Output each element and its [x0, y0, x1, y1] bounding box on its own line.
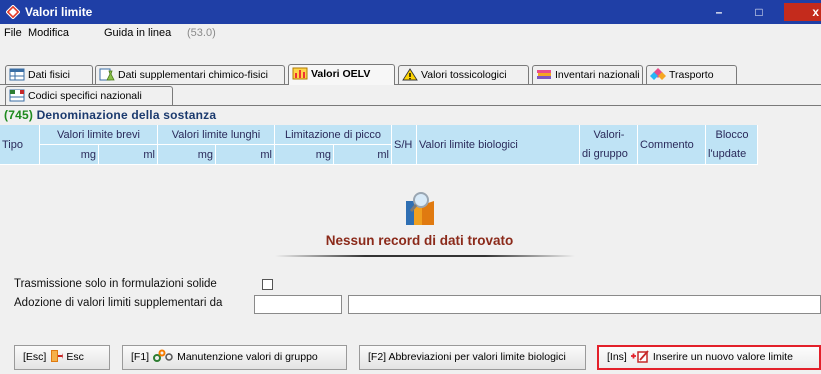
substance-number: (745): [4, 108, 34, 122]
tab-row-divider: [0, 84, 821, 85]
f1-label: Manutenzione valori di gruppo: [177, 351, 318, 363]
app-diamond-icon: [6, 5, 20, 19]
menu-modifica[interactable]: Modifica: [28, 27, 69, 39]
tab-valori-tossicologici[interactable]: Valori tossicologici: [398, 65, 529, 84]
esc-label: Esc: [66, 351, 84, 363]
insert-button[interactable]: [Ins] Inserire un nuovo valore limite: [597, 345, 821, 370]
adozione-field-2[interactable]: [348, 295, 821, 314]
exit-door-icon: [51, 350, 64, 362]
col-commento[interactable]: Commento: [638, 125, 706, 165]
tab-label: Valori OELV: [311, 68, 371, 80]
col-valori-brevi[interactable]: Valori limite brevi: [40, 125, 158, 145]
group-gears-icon: [153, 349, 173, 362]
tab-trasporto[interactable]: Trasporto: [646, 65, 737, 84]
minimize-button[interactable]: –: [706, 3, 732, 21]
title-bar: Valori limite – □ x: [0, 0, 821, 24]
tab-label: Valori tossicologici: [421, 69, 507, 81]
col-brevi-ml[interactable]: ml: [99, 145, 158, 165]
f2-button[interactable]: [F2] Abbreviazioni per valori limite bio…: [359, 345, 586, 370]
col-blocco-line1: Blocco: [715, 129, 749, 141]
grid-header: Tipo Valori limite brevi mg ml Valori li…: [0, 125, 821, 165]
warning-icon: [402, 68, 418, 81]
col-valori-lunghi[interactable]: Valori limite lunghi: [158, 125, 275, 145]
empty-state: Nessun record di dati trovato: [0, 165, 821, 270]
col-limitazione-picco[interactable]: Limitazione di picco: [275, 125, 392, 145]
tab-label: Dati supplementari chimico-fisici: [118, 69, 268, 81]
trasmissione-checkbox[interactable]: [262, 279, 273, 290]
col-lunghi-mg[interactable]: mg: [158, 145, 216, 165]
f2-label: Abbreviazioni per valori limite biologic…: [388, 351, 566, 363]
tab-dati-fisici[interactable]: Dati fisici: [5, 65, 93, 84]
col-blocco-update[interactable]: Blocco l'update: [706, 125, 758, 165]
tab-valori-oelv[interactable]: Valori OELV: [288, 64, 395, 85]
col-sh[interactable]: S/H: [392, 125, 417, 165]
col-picco-ml[interactable]: ml: [334, 145, 392, 165]
add-edit-icon: [630, 350, 649, 363]
f2-key: [F2]: [368, 351, 387, 363]
tab-codici-specifici[interactable]: Codici specifici nazionali: [5, 86, 173, 105]
empty-message: Nessun record di dati trovato: [325, 233, 514, 248]
menu-guida[interactable]: Guida in linea: [104, 27, 171, 39]
col-blocco-line2: l'update: [708, 148, 747, 160]
tab-inventari-nazionali[interactable]: Inventari nazionali: [532, 65, 643, 84]
menu-file[interactable]: File: [4, 27, 22, 39]
search-document-icon: [406, 192, 434, 225]
empty-underline: [275, 255, 575, 257]
col-tipo[interactable]: Tipo: [0, 125, 40, 165]
ins-key: [Ins]: [607, 351, 627, 363]
col-valori-biologici[interactable]: Valori limite biologici: [417, 125, 580, 165]
adozione-field-1[interactable]: [254, 295, 342, 314]
col-lunghi-ml[interactable]: ml: [216, 145, 275, 165]
window: Valori limite – □ x File Modifica Guida …: [0, 0, 821, 374]
esc-button[interactable]: [Esc] Esc: [14, 345, 110, 370]
tab-label: Inventari nazionali: [555, 69, 640, 81]
tab-label: Trasporto: [669, 69, 714, 81]
col-gruppo-line2: di gruppo: [582, 148, 628, 160]
menu-bar: File Modifica Guida in linea (53.0): [0, 25, 821, 42]
substance-name: Denominazione della sostanza: [36, 108, 217, 122]
books-icon: [537, 70, 551, 79]
tab-label: Codici specifici nazionali: [28, 90, 142, 102]
f1-key: [F1]: [131, 351, 150, 363]
substance-title: (745) Denominazione della sostanza: [4, 108, 216, 122]
tab-row-divider: [0, 105, 821, 106]
f1-button[interactable]: [F1] Manutenzione valori di gruppo: [122, 345, 347, 370]
col-valori-gruppo[interactable]: Valori- di gruppo: [580, 125, 638, 165]
close-button[interactable]: x: [784, 3, 821, 21]
chemistry-icon: [99, 68, 115, 81]
esc-key: [Esc]: [23, 351, 47, 363]
tab-dati-supplementari[interactable]: Dati supplementari chimico-fisici: [95, 65, 285, 84]
transport-icon: [650, 68, 666, 80]
window-title: Valori limite: [25, 5, 93, 19]
table-icon: [9, 68, 25, 81]
col-brevi-mg[interactable]: mg: [40, 145, 99, 165]
adozione-label: Adozione di valori limiti supplementari …: [14, 297, 223, 309]
chart-icon: [292, 67, 308, 80]
trasmissione-label: Trasmissione solo in formulazioni solide: [14, 278, 217, 290]
flag-table-icon: [9, 89, 25, 102]
col-picco-mg[interactable]: mg: [275, 145, 334, 165]
maximize-button[interactable]: □: [746, 3, 772, 21]
ins-label: Inserire un nuovo valore limite: [652, 351, 793, 363]
tab-label: Dati fisici: [28, 69, 71, 81]
menu-version: (53.0): [187, 27, 216, 39]
col-gruppo-line1: Valori-: [593, 129, 625, 141]
